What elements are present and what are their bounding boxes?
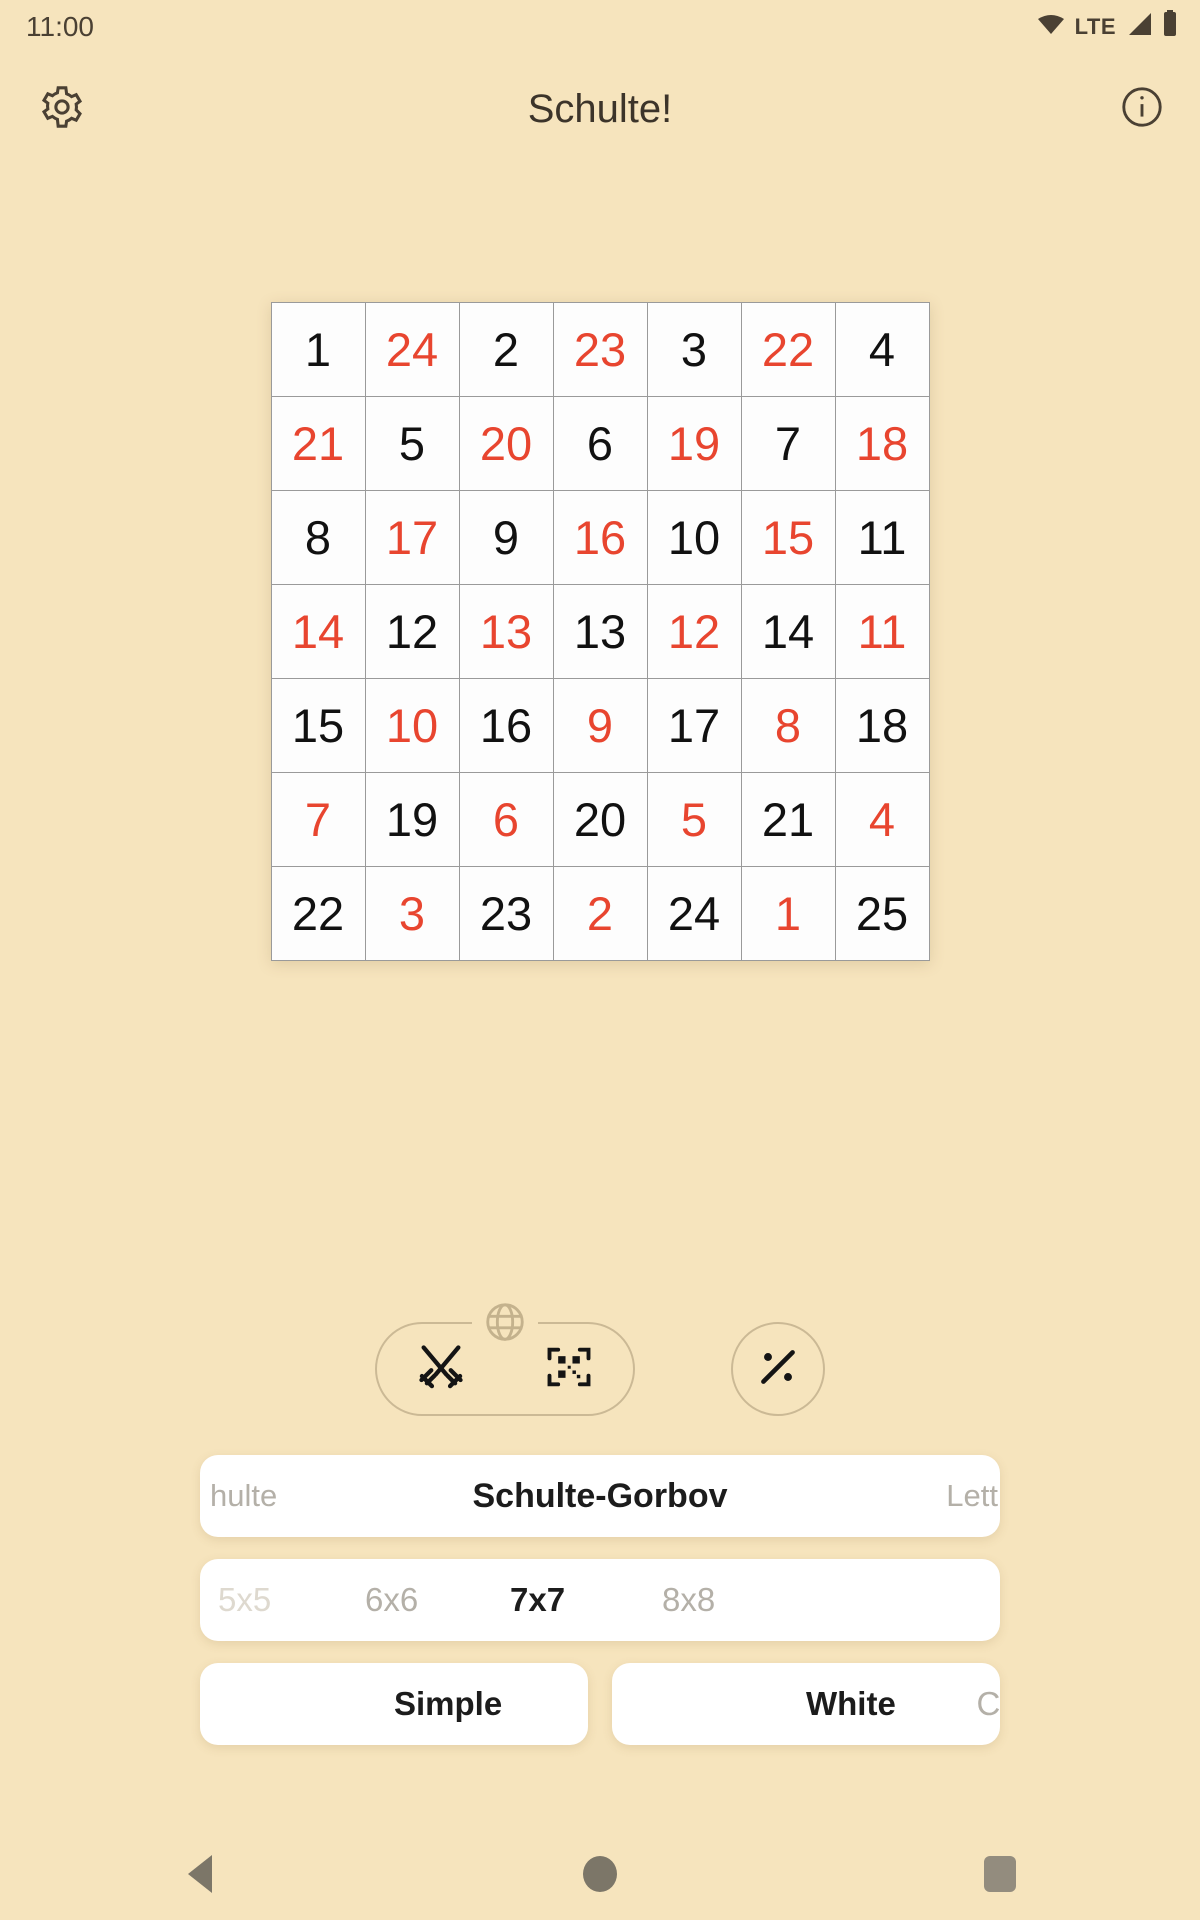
battery-icon xyxy=(1162,9,1178,45)
selector-section: hulte Schulte-Gorbov Lett 5x5 6x6 7x7 8x… xyxy=(0,1455,1200,1745)
grid-cell[interactable]: 14 xyxy=(271,585,365,678)
grid-cell[interactable]: 10 xyxy=(365,679,459,772)
globe-button[interactable] xyxy=(472,1296,538,1352)
grid-cell[interactable]: 8 xyxy=(271,491,365,584)
grid-cell[interactable]: 15 xyxy=(271,679,365,772)
back-triangle-icon xyxy=(188,1855,212,1893)
style-selector[interactable]: Simple H xyxy=(200,1663,588,1745)
grid-cell[interactable]: 15 xyxy=(741,491,835,584)
status-bar: 11:00 LTE xyxy=(0,0,1200,54)
grid-cell[interactable]: 5 xyxy=(365,397,459,490)
grid-cell[interactable]: 9 xyxy=(459,491,553,584)
grid-cell[interactable]: 9 xyxy=(553,679,647,772)
home-circle-icon xyxy=(583,1856,617,1892)
settings-button[interactable] xyxy=(30,77,94,141)
android-nav-bar xyxy=(0,1828,1200,1920)
grid-cell[interactable]: 6 xyxy=(553,397,647,490)
grid-cell[interactable]: 11 xyxy=(835,585,929,678)
percent-button[interactable] xyxy=(731,1322,825,1416)
color-option-current[interactable]: White xyxy=(806,1685,896,1723)
grid-container: 1 24 2 23 3 22 4 21 5 20 6 19 7 18 8 17 9 16 10 15 11 14 12 13 1… xyxy=(0,302,1200,961)
nav-back-button[interactable] xyxy=(160,1844,240,1904)
grid-cell[interactable]: 13 xyxy=(459,585,553,678)
grid-cell[interactable]: 7 xyxy=(271,773,365,866)
grid-cell[interactable]: 3 xyxy=(365,867,459,960)
signal-icon xyxy=(1125,11,1153,44)
color-option-next[interactable]: Col xyxy=(976,1685,1000,1723)
grid-cell[interactable]: 17 xyxy=(647,679,741,772)
grid-cell[interactable]: 6 xyxy=(459,773,553,866)
grid-cell[interactable]: 4 xyxy=(835,303,929,396)
qr-code-icon xyxy=(543,1341,595,1398)
grid-cell[interactable]: 7 xyxy=(741,397,835,490)
style-color-row: Simple H White Col xyxy=(200,1663,1000,1745)
grid-cell[interactable]: 1 xyxy=(741,867,835,960)
wifi-icon xyxy=(1036,11,1066,43)
grid-cell[interactable]: 16 xyxy=(553,491,647,584)
app-bar: Schulte! xyxy=(0,54,1200,164)
grid-cell[interactable]: 21 xyxy=(741,773,835,866)
grid-cell[interactable]: 16 xyxy=(459,679,553,772)
grid-cell[interactable]: 19 xyxy=(647,397,741,490)
duel-button[interactable] xyxy=(415,1341,467,1398)
grid-cell[interactable]: 19 xyxy=(365,773,459,866)
style-option-current[interactable]: Simple xyxy=(394,1685,502,1723)
grid-cell[interactable]: 18 xyxy=(835,679,929,772)
nav-home-button[interactable] xyxy=(560,1844,640,1904)
grid-cell[interactable]: 23 xyxy=(459,867,553,960)
grid-cell[interactable]: 12 xyxy=(365,585,459,678)
info-button[interactable] xyxy=(1110,77,1174,141)
page-title: Schulte! xyxy=(527,86,673,131)
network-label: LTE xyxy=(1074,14,1116,39)
grid-cell[interactable]: 20 xyxy=(553,773,647,866)
grid-cell[interactable]: 3 xyxy=(647,303,741,396)
size-option-8x8[interactable]: 8x8 xyxy=(662,1581,715,1619)
multiplayer-pill-group xyxy=(375,1296,635,1416)
grid-cell[interactable]: 4 xyxy=(835,773,929,866)
gear-icon xyxy=(39,84,85,135)
grid-cell[interactable]: 17 xyxy=(365,491,459,584)
mode-option-next[interactable]: Lett xyxy=(946,1478,998,1514)
recents-square-icon xyxy=(984,1856,1016,1892)
grid-cell[interactable]: 23 xyxy=(553,303,647,396)
mode-selector[interactable]: hulte Schulte-Gorbov Lett xyxy=(200,1455,1000,1537)
qr-scan-button[interactable] xyxy=(543,1341,595,1398)
grid-cell[interactable]: 2 xyxy=(459,303,553,396)
percent-icon xyxy=(753,1342,803,1397)
schulte-grid[interactable]: 1 24 2 23 3 22 4 21 5 20 6 19 7 18 8 17 9 16 10 15 11 14 12 13 1… xyxy=(270,302,930,961)
grid-cell[interactable]: 20 xyxy=(459,397,553,490)
status-indicators: LTE xyxy=(1036,9,1178,45)
grid-cell[interactable]: 22 xyxy=(271,867,365,960)
size-option-6x6[interactable]: 6x6 xyxy=(365,1581,418,1619)
mode-option-current[interactable]: Schulte-Gorbov xyxy=(472,1477,727,1516)
tool-row xyxy=(0,1296,1200,1416)
grid-cell[interactable]: 5 xyxy=(647,773,741,866)
grid-cell[interactable]: 13 xyxy=(553,585,647,678)
crossed-swords-icon xyxy=(415,1341,467,1398)
info-icon xyxy=(1119,84,1165,135)
grid-cell[interactable]: 14 xyxy=(741,585,835,678)
globe-icon xyxy=(482,1299,528,1350)
status-time: 11:00 xyxy=(26,11,94,42)
grid-cell[interactable]: 22 xyxy=(741,303,835,396)
mode-option-prev[interactable]: hulte xyxy=(210,1478,277,1514)
color-selector[interactable]: White Col xyxy=(612,1663,1000,1745)
nav-recents-button[interactable] xyxy=(960,1844,1040,1904)
grid-cell[interactable]: 24 xyxy=(647,867,741,960)
grid-cell[interactable]: 12 xyxy=(647,585,741,678)
grid-cell[interactable]: 21 xyxy=(271,397,365,490)
grid-cell[interactable]: 18 xyxy=(835,397,929,490)
grid-cell[interactable]: 24 xyxy=(365,303,459,396)
grid-cell[interactable]: 8 xyxy=(741,679,835,772)
size-option-7x7[interactable]: 7x7 xyxy=(510,1581,565,1619)
grid-cell[interactable]: 25 xyxy=(835,867,929,960)
size-option-5x5[interactable]: 5x5 xyxy=(218,1581,271,1619)
size-selector[interactable]: 5x5 6x6 7x7 8x8 xyxy=(200,1559,1000,1641)
grid-cell[interactable]: 11 xyxy=(835,491,929,584)
grid-cell[interactable]: 10 xyxy=(647,491,741,584)
grid-cell[interactable]: 1 xyxy=(271,303,365,396)
grid-cell[interactable]: 2 xyxy=(553,867,647,960)
